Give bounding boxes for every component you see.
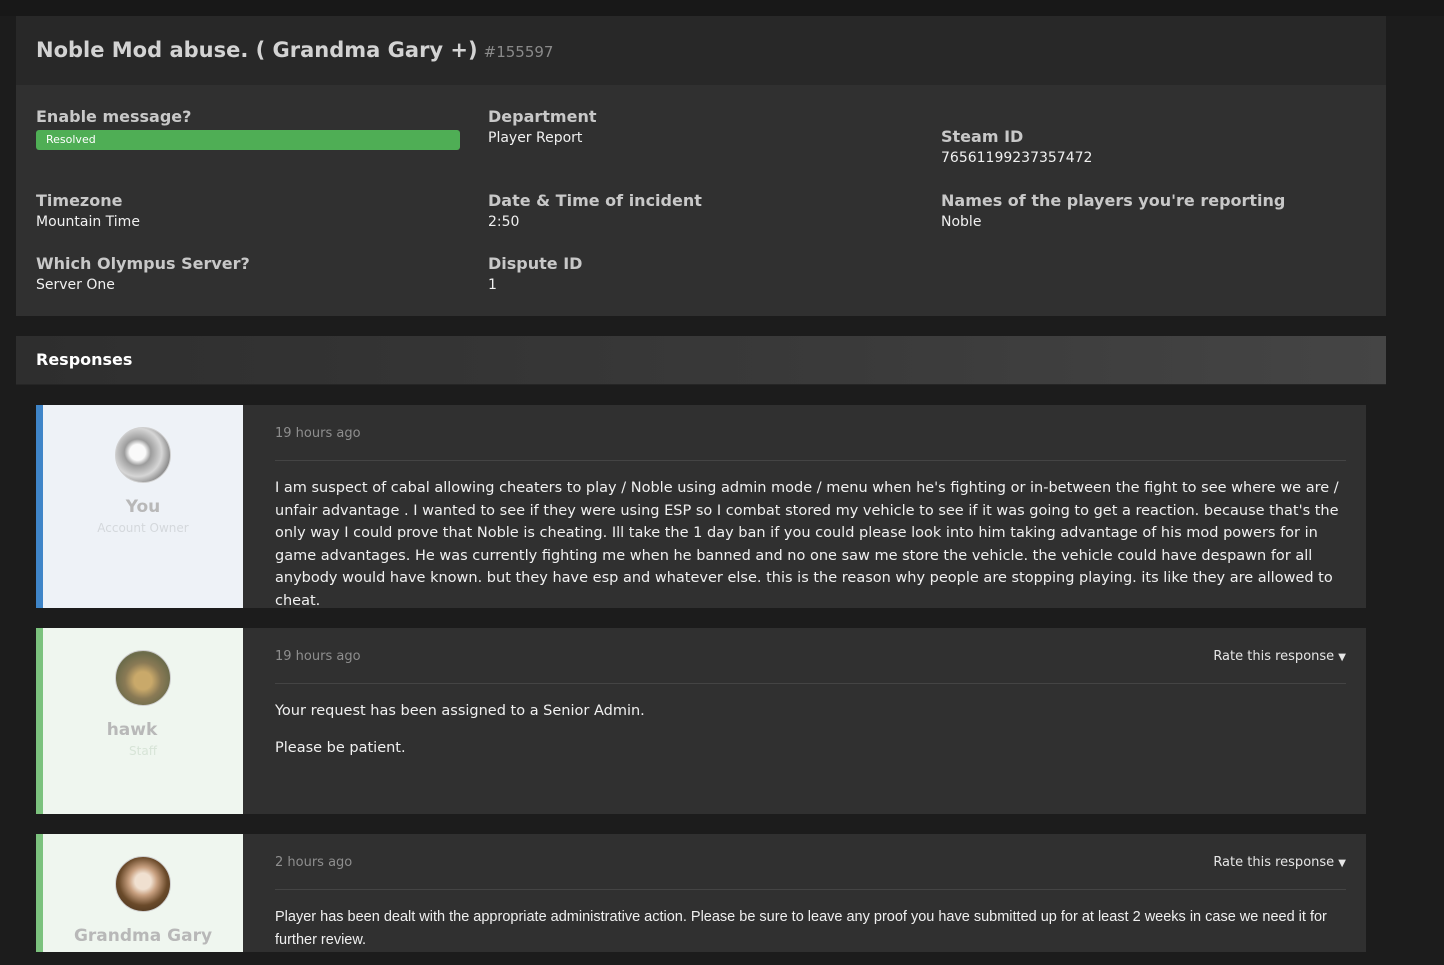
- rate-response-label: Rate this response: [1213, 649, 1335, 664]
- response-time: 19 hours ago: [275, 426, 361, 441]
- response-paragraph: Please be patient.: [275, 739, 406, 756]
- rate-response-label: Rate this response: [1213, 855, 1335, 870]
- response-paragraph: Player has been dealt with the appropria…: [275, 909, 1327, 948]
- field-label: Steam ID: [941, 127, 1024, 146]
- author-name[interactable]: You: [43, 497, 243, 517]
- caret-down-icon: ▼: [1338, 858, 1346, 869]
- response-time: 19 hours ago: [275, 649, 361, 664]
- ticket-header: Noble Mod abuse. ( Grandma Gary +) #15559…: [16, 16, 1386, 85]
- field-value: Noble: [941, 214, 982, 230]
- ticket-title: Noble Mod abuse. ( Grandma Gary +) #15559…: [36, 38, 553, 62]
- response-author: hawk Staff: [36, 628, 243, 814]
- field-enable-message: Enable message? Resolved: [36, 107, 460, 150]
- response-body: I am suspect of cabal allowing cheaters …: [275, 477, 1346, 626]
- response-author: You Account Owner: [36, 405, 243, 608]
- rate-response-dropdown[interactable]: Rate this response ▼: [1213, 649, 1346, 664]
- field-label: Which Olympus Server?: [36, 254, 250, 273]
- ticket-title-text: Noble Mod abuse. ( Grandma Gary +): [36, 38, 478, 62]
- field-department: Department Player Report: [488, 107, 596, 146]
- author-name[interactable]: hawk: [21, 720, 243, 740]
- field-label: Names of the players you're reporting: [941, 191, 1286, 210]
- field-dispute-id: Dispute ID 1: [488, 254, 582, 293]
- divider: [275, 460, 1346, 461]
- avatar[interactable]: [115, 427, 171, 483]
- field-label: Date & Time of incident: [488, 191, 702, 210]
- divider: [275, 889, 1346, 890]
- top-bar: [0, 0, 1444, 16]
- field-label: Dispute ID: [488, 254, 583, 273]
- status-badge: Resolved: [36, 130, 460, 150]
- response-body: Your request has been assigned to a Seni…: [275, 700, 1346, 773]
- response-card: Grandma Gary 2 hours ago Rate this respo…: [36, 834, 1366, 952]
- responses-title: Responses: [36, 350, 133, 369]
- rate-response-dropdown[interactable]: Rate this response ▼: [1213, 855, 1346, 870]
- field-timezone: Timezone Mountain Time: [36, 191, 140, 230]
- response-paragraph: Your request has been assigned to a Seni…: [275, 703, 645, 719]
- response-author: Grandma Gary: [36, 834, 243, 952]
- avatar[interactable]: [115, 650, 171, 706]
- field-value: Mountain Time: [36, 214, 140, 230]
- avatar[interactable]: [115, 856, 171, 912]
- ticket-id: #155597: [483, 43, 554, 61]
- response-body: Player has been dealt with the appropria…: [275, 906, 1346, 965]
- author-role: Account Owner: [97, 521, 189, 535]
- responses-header: Responses: [16, 336, 1386, 385]
- field-label: Enable message?: [36, 107, 192, 126]
- field-label: Department: [488, 107, 597, 126]
- author-role: Staff: [129, 744, 157, 758]
- field-value: 2:50: [488, 214, 520, 230]
- field-value: 1: [488, 277, 497, 293]
- response-time: 2 hours ago: [275, 855, 353, 870]
- field-label: Timezone: [36, 191, 123, 210]
- response-card: You Account Owner 19 hours ago I am susp…: [36, 405, 1366, 609]
- field-steam-id: Steam ID 76561199237357472: [941, 127, 1092, 166]
- ticket-info-panel: Enable message? Resolved Department Play…: [16, 85, 1386, 316]
- response-card: hawk Staff 19 hours ago Rate this respon…: [36, 628, 1366, 814]
- caret-down-icon: ▼: [1338, 652, 1346, 663]
- field-server: Which Olympus Server? Server One: [36, 254, 250, 293]
- divider: [275, 683, 1346, 684]
- field-value: Server One: [36, 277, 115, 293]
- response-paragraph: I am suspect of cabal allowing cheaters …: [275, 480, 1339, 609]
- author-name[interactable]: Grandma Gary: [43, 926, 243, 946]
- field-incident-time: Date & Time of incident 2:50: [488, 191, 702, 230]
- field-value: Player Report: [488, 130, 583, 146]
- field-value: 76561199237357472: [941, 150, 1093, 166]
- field-players-reported: Names of the players you're reporting No…: [941, 191, 1285, 230]
